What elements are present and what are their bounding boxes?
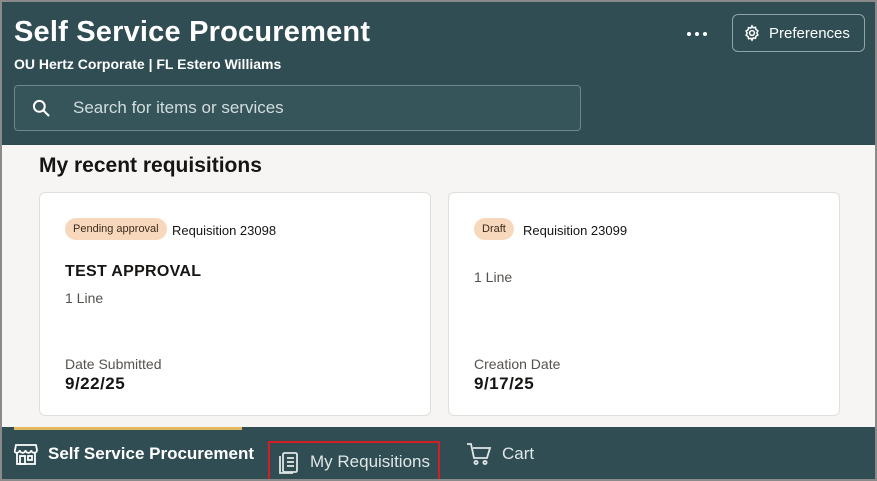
preferences-button[interactable]: Preferences	[732, 14, 865, 52]
date-label: Creation Date	[474, 356, 561, 372]
date-label: Date Submitted	[65, 356, 162, 372]
more-dot-icon	[695, 32, 699, 36]
app-frame: Self Service Procurement OU Hertz Corpor…	[0, 0, 877, 481]
preferences-label: Preferences	[769, 24, 850, 42]
store-icon	[14, 444, 38, 465]
requisition-name: TEST APPROVAL	[65, 263, 202, 280]
more-dot-icon	[703, 32, 707, 36]
clipboard-list-icon	[279, 452, 298, 474]
cart-icon	[467, 443, 492, 465]
date-value: 9/22/25	[65, 374, 126, 393]
recent-requisitions-title: My recent requisitions	[39, 154, 262, 177]
nav-cart-label: Cart	[502, 444, 535, 463]
search-input[interactable]	[67, 98, 580, 118]
status-badge: Draft	[474, 218, 514, 240]
business-unit-subtitle: OU Hertz Corporate | FL Estero Williams	[14, 56, 282, 72]
nav-home-label: Self Service Procurement	[48, 444, 254, 463]
nav-self-service-procurement[interactable]: Self Service Procurement	[14, 427, 254, 479]
search-bar[interactable]	[14, 85, 581, 131]
app-header: Self Service Procurement OU Hertz Corpor…	[2, 2, 875, 145]
more-actions-button[interactable]	[678, 18, 716, 50]
nav-my-requisitions[interactable]: My Requisitions	[268, 441, 440, 479]
search-icon	[15, 98, 67, 118]
line-count: 1 Line	[474, 269, 513, 285]
requisition-card[interactable]: Draft Requisition 23099 1 Line Creation …	[448, 192, 840, 416]
requisition-number: Requisition 23098	[172, 223, 277, 238]
date-value: 9/17/25	[474, 374, 535, 393]
nav-cart[interactable]: Cart	[466, 427, 535, 479]
more-dot-icon	[687, 32, 691, 36]
status-badge: Pending approval	[65, 218, 167, 240]
requisition-number: Requisition 23099	[523, 223, 628, 238]
requisition-card[interactable]: Pending approval Requisition 23098 TEST …	[39, 192, 431, 416]
nav-requisitions-label: My Requisitions	[310, 452, 430, 471]
gear-icon	[745, 24, 759, 42]
app-title: Self Service Procurement	[14, 16, 371, 48]
bottom-navigation: Self Service Procurement My Requisitions…	[2, 427, 875, 479]
line-count: 1 Line	[65, 290, 104, 306]
